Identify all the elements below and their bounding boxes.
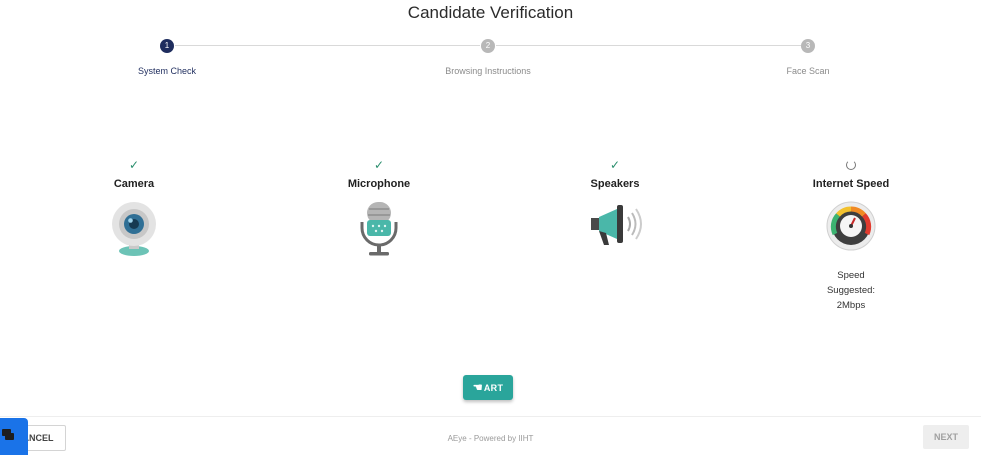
page-title: Candidate Verification <box>407 3 574 22</box>
start-button[interactable]: ☚ ART <box>463 375 513 400</box>
camera-label: Camera <box>113 178 155 190</box>
powered-by-text: AEye - Powered by IIHT <box>447 434 534 443</box>
suggested-label: Suggested: <box>826 285 876 296</box>
speedometer-icon <box>826 201 876 251</box>
microphone-icon <box>360 202 398 256</box>
step-1-indicator: 1 <box>160 39 174 53</box>
step-2-label: Browsing Instructions <box>445 66 531 76</box>
camera-check: ✓ Camera <box>54 158 214 258</box>
stepper-line-2 <box>496 45 801 46</box>
speed-loading-spinner-icon <box>771 158 931 172</box>
speed-info: Speed Suggested: 2Mbps <box>771 268 931 313</box>
step-2-indicator: 2 <box>481 39 495 53</box>
microphone-status-check-icon: ✓ <box>373 158 385 172</box>
microphone-check: ✓ Microphone <box>299 158 459 258</box>
microphone-label: Microphone <box>347 178 411 190</box>
internet-speed-check: Internet Speed Speed Suggested: 2Mbps <box>771 158 931 313</box>
internet-speed-label: Internet Speed <box>812 178 890 190</box>
speakers-status-check-icon: ✓ <box>609 158 621 172</box>
megaphone-icon <box>591 205 642 245</box>
hand-cursor-icon: ☚ <box>472 382 483 394</box>
stepper-line-1 <box>175 45 480 46</box>
speakers-check: ✓ Speakers <box>535 158 695 258</box>
step-3-indicator: 3 <box>801 39 815 53</box>
step-1-label: System Check <box>137 66 197 76</box>
footer-divider <box>0 416 981 417</box>
speed-label: Speed <box>837 270 865 281</box>
step-3-label: Face Scan <box>786 66 830 76</box>
camera-status-check-icon: ✓ <box>128 158 140 172</box>
progress-stepper: 1 2 3 System Check Browsing Instructions… <box>0 36 981 80</box>
start-button-label: ART <box>483 382 504 393</box>
next-button[interactable]: NEXT <box>923 425 969 449</box>
suggested-speed-value: 2Mbps <box>836 300 866 311</box>
webcam-icon <box>112 202 156 256</box>
speakers-label: Speakers <box>590 178 640 190</box>
